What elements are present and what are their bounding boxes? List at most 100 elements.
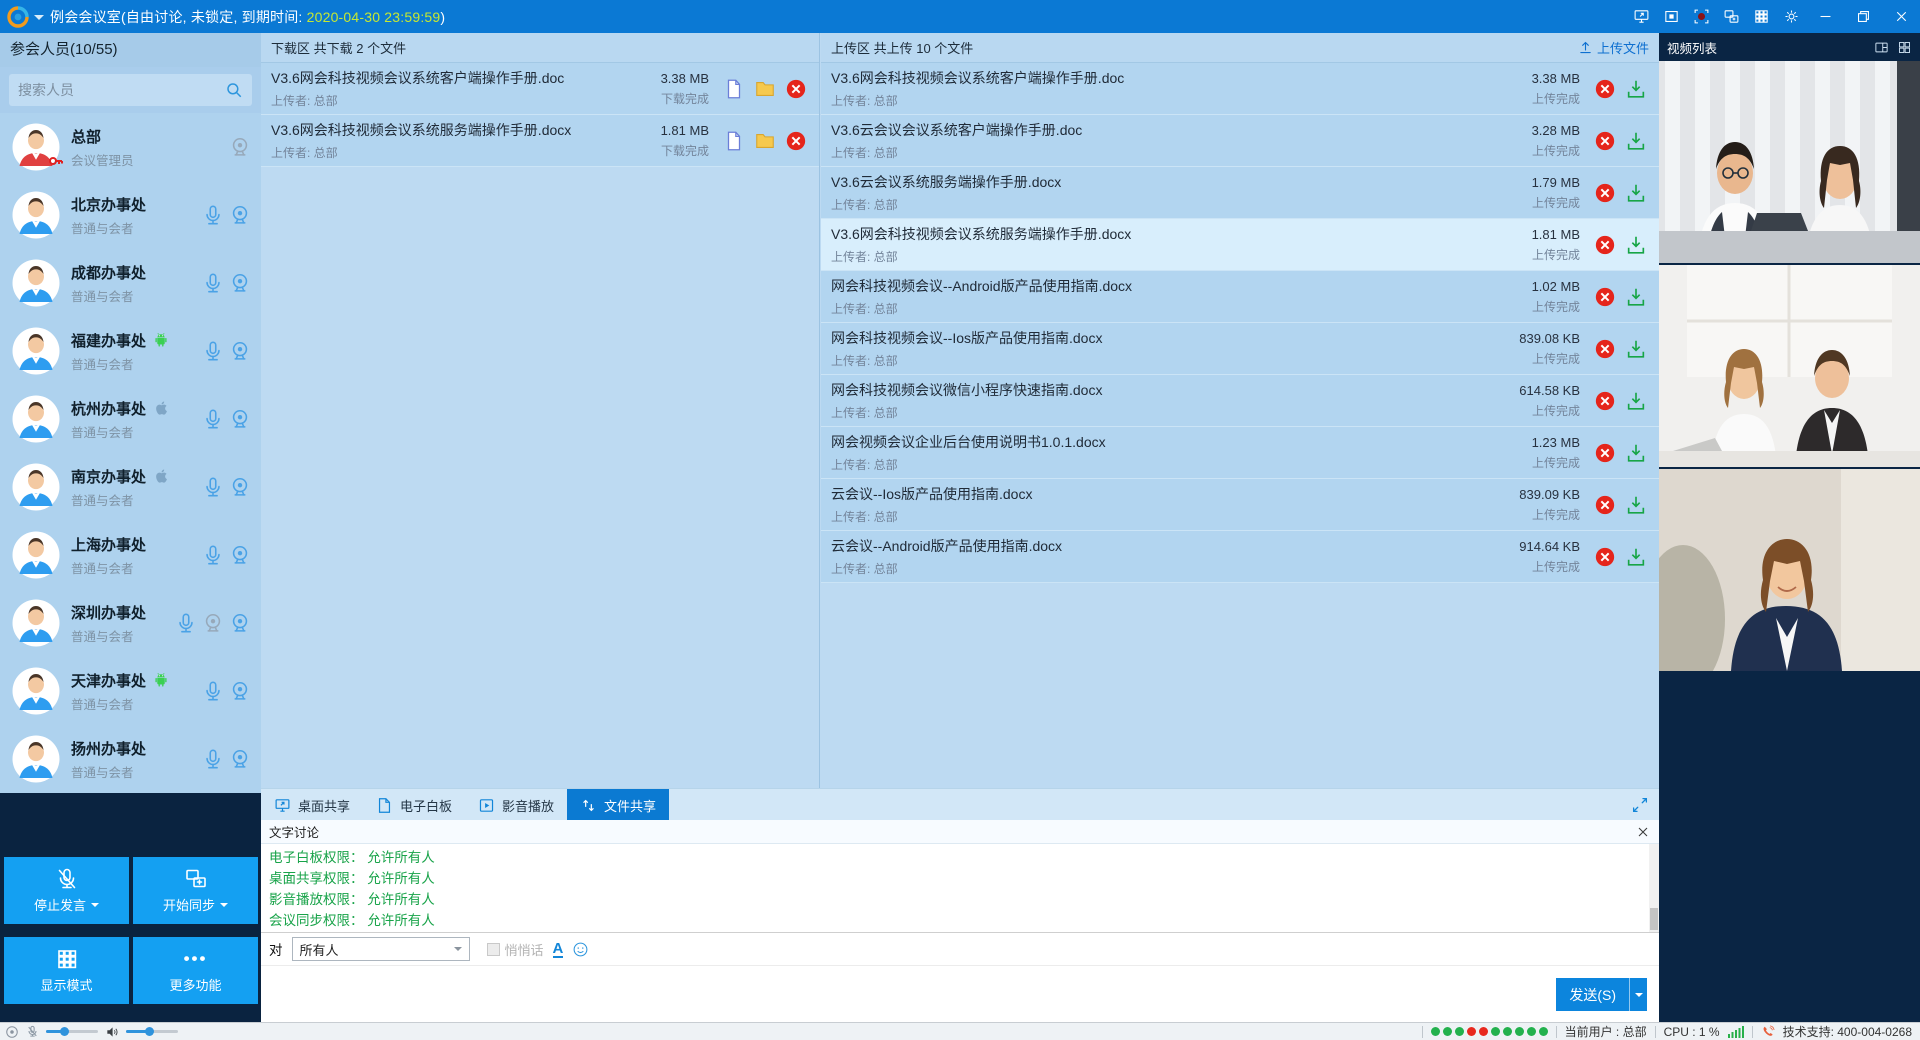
- send-options-dropdown[interactable]: [1629, 978, 1647, 1011]
- upload-file-row[interactable]: 网会科技视频会议微信小程序快速指南.docx上传者: 总部614.58 KB上传…: [821, 375, 1659, 427]
- tab-whiteboard[interactable]: 电子白板: [363, 789, 465, 821]
- download-file-row[interactable]: V3.6网会科技视频会议系统客户端操作手册.doc 上传者: 总部 3.38 M…: [261, 63, 819, 115]
- download-icon[interactable]: [1625, 546, 1647, 568]
- tab-desktop-share[interactable]: 桌面共享: [261, 789, 363, 821]
- close-button[interactable]: [1882, 0, 1920, 33]
- download-icon[interactable]: [1625, 442, 1647, 464]
- mic-icon[interactable]: [175, 612, 197, 634]
- upload-file-row[interactable]: 网会视频会议企业后台使用说明书1.0.1.docx上传者: 总部1.23 MB上…: [821, 427, 1659, 479]
- open-folder-icon[interactable]: [754, 78, 776, 100]
- camera-icon[interactable]: [229, 612, 251, 634]
- upload-file-row[interactable]: V3.6云会议系统服务端操作手册.docx上传者: 总部1.79 MB上传完成: [821, 167, 1659, 219]
- mic-volume-slider[interactable]: [46, 1030, 98, 1033]
- download-icon[interactable]: [1625, 130, 1647, 152]
- delete-icon[interactable]: [1594, 494, 1616, 516]
- mic-icon[interactable]: [202, 680, 224, 702]
- download-icon[interactable]: [1625, 182, 1647, 204]
- delete-icon[interactable]: [1594, 546, 1616, 568]
- upload-file-row[interactable]: 网会科技视频会议--Android版产品使用指南.docx上传者: 总部1.02…: [821, 271, 1659, 323]
- participant-row[interactable]: 南京办事处 普通与会者: [0, 453, 261, 521]
- open-file-icon[interactable]: [723, 78, 745, 100]
- video-feed-3[interactable]: [1659, 469, 1920, 671]
- speaker-icon[interactable]: [105, 1025, 119, 1039]
- whisper-checkbox[interactable]: [487, 943, 500, 956]
- participant-row[interactable]: 总部 会议管理员: [0, 113, 261, 181]
- apps-grid-icon[interactable]: [1746, 0, 1776, 33]
- mic-icon[interactable]: [202, 544, 224, 566]
- mic-muted-icon[interactable]: [26, 1025, 39, 1038]
- more-functions-button[interactable]: ••• 更多功能: [133, 937, 258, 1004]
- camera-icon[interactable]: [229, 748, 251, 770]
- delete-icon[interactable]: [1594, 234, 1616, 256]
- tab-media-play[interactable]: 影音播放: [465, 789, 567, 821]
- participant-row[interactable]: 福建办事处 普通与会者: [0, 317, 261, 385]
- tab-file-share[interactable]: 文件共享: [567, 789, 669, 821]
- download-icon[interactable]: [1625, 338, 1647, 360]
- search-icon[interactable]: [225, 81, 243, 99]
- fullscreen-expand-icon[interactable]: [1631, 796, 1649, 814]
- maximize-button[interactable]: [1844, 0, 1882, 33]
- camera-icon[interactable]: [229, 272, 251, 294]
- camera-icon[interactable]: [229, 204, 251, 226]
- screen-share-icon[interactable]: [1626, 0, 1656, 33]
- chat-scrollbar[interactable]: [1649, 844, 1659, 932]
- video-layout-icon[interactable]: [1874, 40, 1889, 55]
- upload-file-row[interactable]: V3.6云会议会议系统客户端操作手册.doc上传者: 总部3.28 MB上传完成: [821, 115, 1659, 167]
- open-folder-icon[interactable]: [754, 130, 776, 152]
- delete-icon[interactable]: [1594, 442, 1616, 464]
- participant-row[interactable]: 天津办事处 普通与会者: [0, 657, 261, 725]
- download-icon[interactable]: [1625, 494, 1647, 516]
- participant-row[interactable]: 深圳办事处 普通与会者: [0, 589, 261, 657]
- settings-gear-icon[interactable]: [1776, 0, 1806, 33]
- send-button[interactable]: 发送(S): [1556, 978, 1629, 1011]
- download-icon[interactable]: [1625, 286, 1647, 308]
- download-icon[interactable]: [1625, 78, 1647, 100]
- participant-row[interactable]: 北京办事处 普通与会者: [0, 181, 261, 249]
- participant-row[interactable]: 上海办事处 普通与会者: [0, 521, 261, 589]
- delete-icon[interactable]: [1594, 286, 1616, 308]
- camera-icon[interactable]: [229, 340, 251, 362]
- download-icon[interactable]: [1625, 234, 1647, 256]
- open-file-icon[interactable]: [723, 130, 745, 152]
- speaker-volume-slider[interactable]: [126, 1030, 178, 1033]
- mic-icon[interactable]: [202, 272, 224, 294]
- delete-icon[interactable]: [785, 130, 807, 152]
- start-sync-button[interactable]: 开始同步: [133, 857, 258, 924]
- record-icon[interactable]: [1686, 0, 1716, 33]
- mic-icon[interactable]: [202, 408, 224, 430]
- search-input[interactable]: [18, 82, 225, 98]
- camera-icon[interactable]: [229, 476, 251, 498]
- camera-icon[interactable]: [229, 544, 251, 566]
- display-mode-button[interactable]: 显示模式: [4, 937, 129, 1004]
- delete-icon[interactable]: [1594, 78, 1616, 100]
- upload-file-button[interactable]: 上传文件: [1578, 38, 1649, 57]
- upload-file-row[interactable]: 云会议--Android版产品使用指南.docx上传者: 总部914.64 KB…: [821, 531, 1659, 583]
- mic-icon[interactable]: [202, 340, 224, 362]
- camera-icon[interactable]: [229, 680, 251, 702]
- download-icon[interactable]: [1625, 390, 1647, 412]
- message-input[interactable]: [261, 966, 1659, 1021]
- sync-screens-icon[interactable]: [1716, 0, 1746, 33]
- mic-icon[interactable]: [202, 748, 224, 770]
- camera-off-icon[interactable]: [229, 136, 251, 158]
- minimize-button[interactable]: [1806, 0, 1844, 33]
- font-style-button[interactable]: A: [553, 941, 564, 958]
- delete-icon[interactable]: [785, 78, 807, 100]
- mic-icon[interactable]: [202, 204, 224, 226]
- recipient-select[interactable]: 所有人: [292, 937, 470, 961]
- chevron-down-icon[interactable]: [34, 15, 44, 25]
- participant-row[interactable]: 杭州办事处 普通与会者: [0, 385, 261, 453]
- emoji-icon[interactable]: [572, 941, 589, 958]
- participant-row[interactable]: 成都办事处 普通与会者: [0, 249, 261, 317]
- mic-icon[interactable]: [202, 476, 224, 498]
- grid-view-icon[interactable]: [1897, 40, 1912, 55]
- video-feed-1[interactable]: [1659, 61, 1920, 263]
- upload-file-row[interactable]: V3.6网会科技视频会议系统客户端操作手册.doc上传者: 总部3.38 MB上…: [821, 63, 1659, 115]
- download-file-row[interactable]: V3.6网会科技视频会议系统服务端操作手册.docx 上传者: 总部 1.81 …: [261, 115, 819, 167]
- audio-monitor-icon[interactable]: [5, 1025, 19, 1039]
- delete-icon[interactable]: [1594, 338, 1616, 360]
- delete-icon[interactable]: [1594, 130, 1616, 152]
- video-feed-2[interactable]: [1659, 265, 1920, 467]
- camera-off-icon[interactable]: [202, 612, 224, 634]
- search-box[interactable]: [9, 74, 252, 106]
